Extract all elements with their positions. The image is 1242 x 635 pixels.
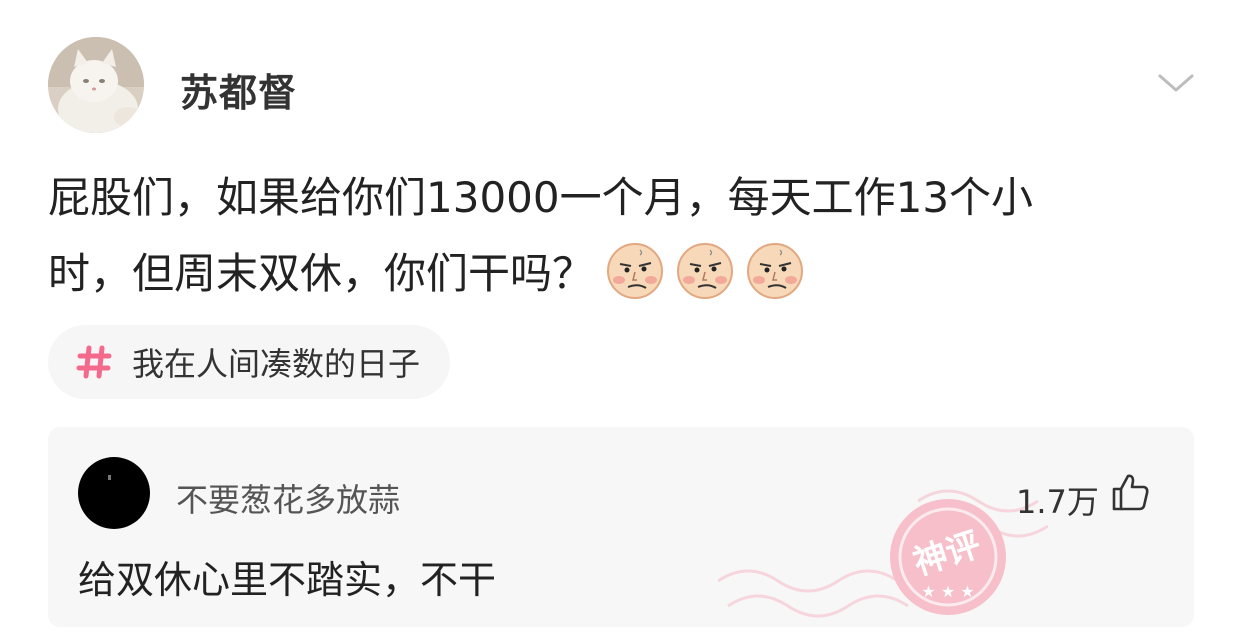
chevron-down-icon[interactable] <box>1156 68 1196 98</box>
post-text-line-2: 时，但周末双休，你们干吗？ <box>48 236 1208 312</box>
post-text-line-2-text: 时，但周末双休，你们干吗？ <box>48 249 595 298</box>
top-comment-stamp: 神评 ★ ★ ★ <box>718 489 1048 618</box>
post-text-line-1: 屁股们，如果给你们13000一个月，每天工作13个小 <box>48 173 1034 222</box>
post-text: 屁股们，如果给你们13000一个月，每天工作13个小 时，但周末双休，你们干吗？ <box>48 160 1208 312</box>
hashtag-icon <box>76 345 112 379</box>
smirk-face-emoji <box>747 242 804 299</box>
commenter-name[interactable]: 不要葱花多放蒜 <box>176 475 400 521</box>
thumbs-up-icon[interactable] <box>1110 472 1150 512</box>
svg-text:★ ★ ★: ★ ★ ★ <box>921 582 974 601</box>
comment-text: 给双休心里不踏实，不干 <box>78 558 497 602</box>
top-comment-card[interactable]: 神评 ★ ★ ★ 不要葱花多放蒜 给双休心里不踏实，不干 1.7万 <box>48 427 1194 627</box>
author-avatar[interactable] <box>48 37 144 133</box>
like-count: 1.7万 <box>1016 483 1099 521</box>
smirk-face-emoji <box>677 242 734 299</box>
cat-photo <box>48 37 144 133</box>
topic-tag[interactable]: 我在人间凑数的日子 <box>48 325 451 399</box>
topic-label: 我在人间凑数的日子 <box>132 345 421 383</box>
author-name[interactable]: 苏都督 <box>180 62 297 117</box>
smirk-face-emoji <box>607 242 664 299</box>
commenter-avatar[interactable] <box>78 457 150 529</box>
